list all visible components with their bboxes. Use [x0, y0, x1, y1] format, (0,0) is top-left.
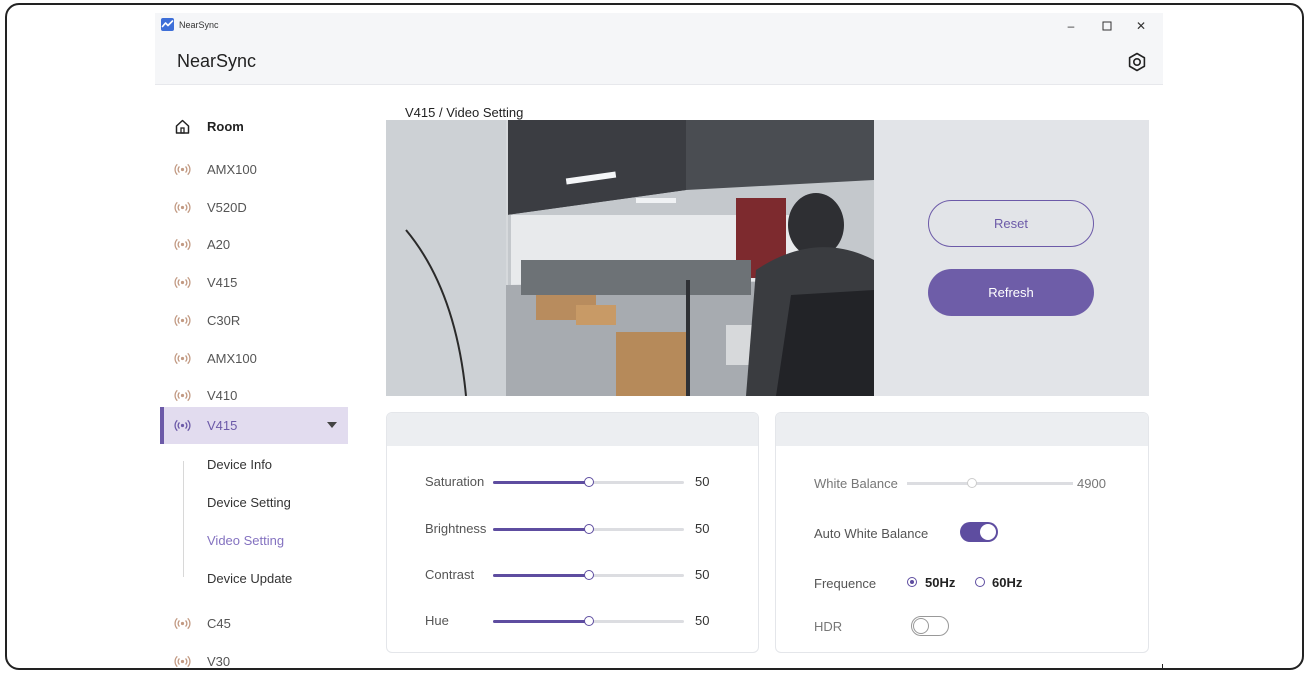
slider-row: Contrast 50: [387, 563, 758, 587]
gear-icon[interactable]: [1126, 51, 1148, 73]
title-bar[interactable]: NearSync – ✕: [155, 13, 1163, 39]
auto-white-balance-toggle[interactable]: [960, 522, 998, 542]
auto-white-balance-label: Auto White Balance: [814, 526, 929, 541]
sidebar-item-label: AMX100: [207, 162, 257, 177]
wireless-broadcast-icon: [174, 653, 191, 668]
window-title: NearSync: [179, 20, 219, 30]
home-icon: [174, 118, 191, 135]
sidebar-item-label: V410: [207, 388, 238, 404]
camera-options-card: White Balance 4900 Auto White Balance Fr…: [775, 412, 1149, 653]
wireless-broadcast-icon: [174, 417, 191, 434]
slider-track[interactable]: [493, 570, 684, 580]
sidebar-item-device[interactable]: C45: [160, 605, 348, 642]
breadcrumb: V415 / Video Setting: [405, 105, 524, 120]
hdr-toggle[interactable]: [911, 616, 949, 636]
sidebar-item-label: V415: [207, 418, 238, 433]
slider-label: Saturation: [425, 474, 485, 489]
wireless-broadcast-icon: [174, 312, 191, 329]
radio-50hz-label[interactable]: 50Hz: [925, 575, 955, 590]
reset-button[interactable]: Reset: [928, 200, 1094, 247]
white-balance-value: 4900: [1077, 476, 1106, 491]
card-header: [776, 413, 1148, 446]
card-header: [387, 413, 758, 446]
toggle-knob: [980, 524, 996, 540]
slider-track[interactable]: [493, 616, 684, 626]
video-preview-panel: Reset Refresh: [386, 120, 1149, 396]
slider-thumb[interactable]: [583, 524, 594, 534]
submenu-device-info[interactable]: Device Info: [207, 457, 272, 472]
sidebar-item-room[interactable]: Room: [160, 108, 348, 145]
sidebar-item-device[interactable]: C30R: [160, 302, 348, 339]
slider-track[interactable]: [493, 524, 684, 534]
slider-value: 50: [695, 567, 710, 582]
wireless-broadcast-icon: [174, 161, 191, 178]
white-balance-label: White Balance: [814, 476, 898, 491]
app-window: NearSync – ✕ NearSync Room AMX100 V520D …: [155, 13, 1163, 669]
slider-label: Contrast: [425, 567, 475, 582]
sidebar: Room AMX100 V520D A20 V415 C30R AMX100 V410 V4…: [155, 85, 355, 669]
wireless-broadcast-icon: [174, 350, 191, 367]
radio-60hz-label[interactable]: 60Hz: [992, 575, 1022, 590]
slider-value: 50: [695, 474, 710, 489]
sidebar-item-label: AMX100: [207, 350, 257, 366]
submenu-video-setting[interactable]: Video Setting: [207, 533, 284, 548]
slider-thumb[interactable]: [583, 616, 594, 626]
sidebar-item-device[interactable]: AMX100: [160, 340, 348, 377]
sidebar-item-device[interactable]: V30: [160, 643, 348, 669]
slider-track[interactable]: [493, 477, 684, 487]
screenshot-frame: NearSync – ✕ NearSync Room AMX100 V520D …: [5, 3, 1304, 670]
sidebar-item-label: Room: [207, 119, 244, 134]
slider-fill: [493, 620, 589, 623]
wireless-broadcast-icon: [174, 615, 191, 632]
frequence-label: Frequence: [814, 576, 877, 591]
sidebar-item-device[interactable]: V520D: [160, 189, 348, 226]
hdr-label: HDR: [814, 619, 843, 634]
sidebar-item-label: A20: [207, 237, 231, 253]
slider-value: 50: [695, 521, 710, 536]
wireless-broadcast-icon: [174, 236, 191, 253]
submenu-device-setting[interactable]: Device Setting: [207, 495, 291, 510]
image-adjustments-card: Saturation 50 Brightness 50 Contrast 50 Hue 50: [386, 412, 759, 653]
maximize-button[interactable]: [1093, 16, 1121, 36]
sidebar-item-device[interactable]: AMX100: [160, 151, 348, 188]
slider-label: Hue: [425, 613, 449, 628]
radio-50hz[interactable]: [907, 577, 917, 587]
slider-row: Brightness 50: [387, 517, 758, 541]
chevron-down-icon[interactable]: [327, 422, 337, 428]
refresh-button[interactable]: Refresh: [928, 269, 1094, 316]
slider-thumb[interactable]: [583, 477, 594, 487]
submenu-device-update[interactable]: Device Update: [207, 571, 292, 586]
app-header: NearSync: [155, 39, 1163, 85]
white-balance-slider-thumb[interactable]: [966, 478, 977, 488]
close-button[interactable]: ✕: [1127, 16, 1155, 36]
slider-fill: [493, 574, 589, 577]
wireless-broadcast-icon: [174, 199, 191, 216]
slider-row: Saturation 50: [387, 470, 758, 494]
toggle-knob: [913, 618, 929, 634]
camera-preview: [386, 120, 874, 396]
sidebar-item-label: C45: [207, 616, 231, 631]
radio-60hz[interactable]: [975, 577, 985, 587]
slider-label: Brightness: [425, 521, 487, 536]
app-title: NearSync: [177, 51, 257, 71]
sidebar-item-v415-active[interactable]: V415: [160, 407, 348, 444]
white-balance-slider[interactable]: [907, 478, 1073, 488]
submenu-guide-line: [183, 461, 184, 577]
slider-fill: [493, 481, 589, 484]
app-logo-icon: [161, 18, 174, 31]
sidebar-item-label: V520D: [207, 199, 247, 215]
window-corner: [1157, 664, 1163, 668]
slider-value: 50: [695, 613, 710, 628]
slider-row: Hue 50: [387, 609, 758, 633]
wireless-broadcast-icon: [174, 387, 191, 404]
sidebar-item-label: V30: [207, 654, 231, 669]
sidebar-item-label: V415: [207, 275, 238, 291]
sidebar-item-device[interactable]: A20: [160, 226, 348, 263]
wireless-broadcast-icon: [174, 274, 191, 291]
sidebar-item-device[interactable]: V415: [160, 264, 348, 301]
minimize-button[interactable]: –: [1057, 16, 1085, 36]
slider-fill: [493, 528, 589, 531]
sidebar-item-label: C30R: [207, 312, 241, 328]
slider-thumb[interactable]: [583, 570, 594, 580]
